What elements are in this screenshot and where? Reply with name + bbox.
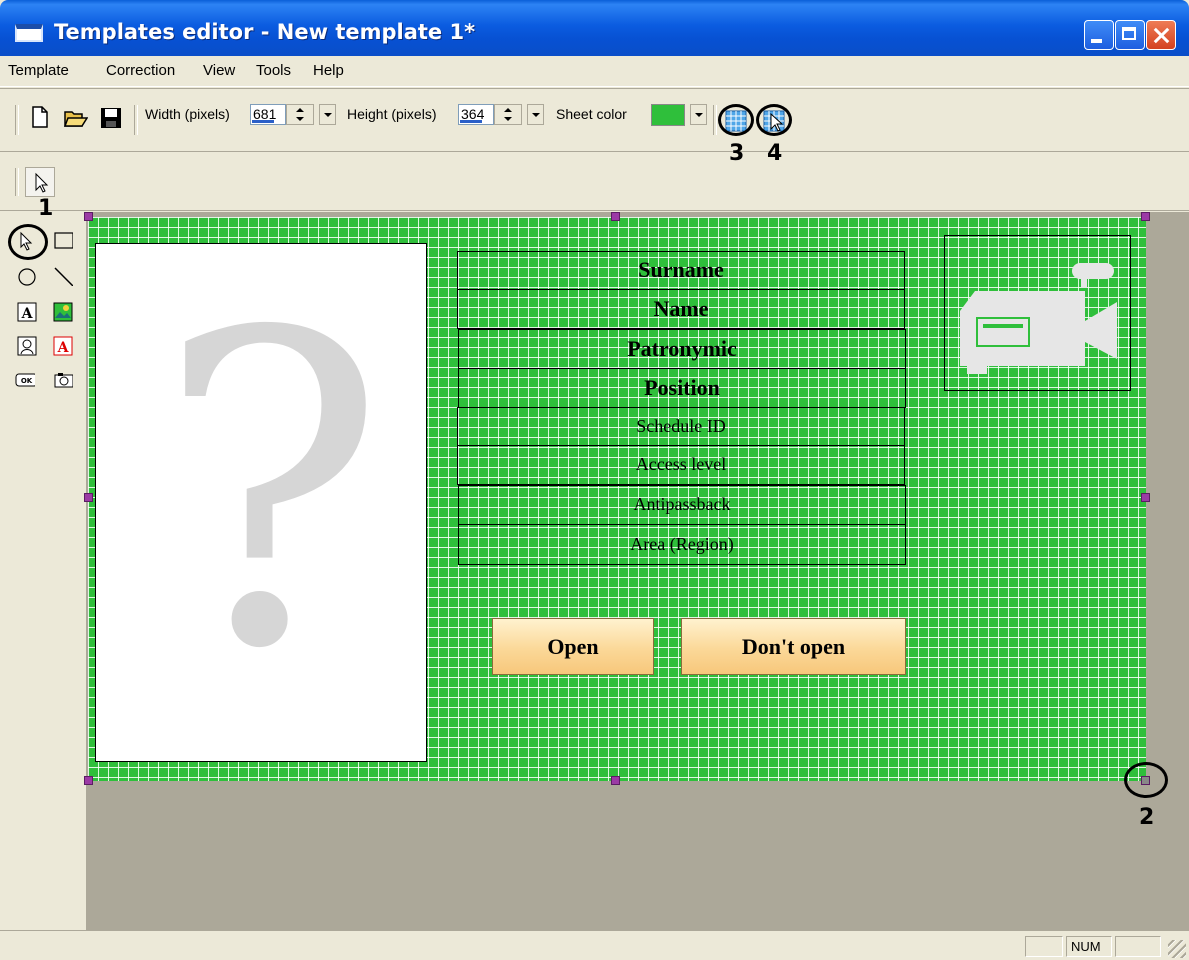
resize-handle-top[interactable]	[611, 212, 620, 221]
resize-handle-bottom[interactable]	[611, 776, 620, 785]
height-spinner[interactable]	[494, 104, 522, 125]
camera-frame[interactable]	[944, 235, 1131, 391]
open-button[interactable]: Open	[492, 618, 654, 675]
field-position[interactable]: Position	[458, 368, 906, 408]
status-num: NUM	[1066, 936, 1112, 957]
resize-handle-top-left[interactable]	[84, 212, 93, 221]
width-label: Width (pixels)	[145, 106, 230, 122]
line-tool-icon[interactable]	[53, 266, 73, 286]
callout-circle-4	[756, 104, 792, 136]
menu-tools[interactable]: Tools	[256, 62, 291, 79]
new-document-icon[interactable]	[30, 106, 50, 128]
templates-editor-window: Templates editor - New template 1* Templ…	[0, 0, 1189, 960]
pointer-arrow-icon[interactable]	[25, 167, 55, 197]
resize-handle-right[interactable]	[1141, 493, 1150, 502]
callout-circle-3	[718, 104, 754, 136]
ellipse-tool-icon[interactable]	[17, 266, 37, 286]
title-bar[interactable]: Templates editor - New template 1*	[0, 0, 1189, 56]
text-tool-icon[interactable]: A	[17, 302, 37, 322]
toolbar2-grip[interactable]	[15, 168, 19, 196]
callout-circle-1	[8, 224, 48, 260]
window-title: Templates editor - New template 1*	[54, 20, 476, 44]
field-schedule-id[interactable]: Schedule ID	[457, 407, 905, 446]
toolbar-separator	[134, 105, 138, 135]
status-panel-1	[1025, 936, 1063, 957]
height-dropdown[interactable]	[527, 104, 544, 125]
window-resize-grip[interactable]	[1168, 940, 1186, 958]
photo-field-tool-icon[interactable]	[17, 336, 37, 356]
callout-label-1: 1	[38, 196, 54, 221]
status-bar: NUM	[0, 930, 1189, 960]
video-camera-icon	[960, 263, 1117, 374]
width-spinner[interactable]	[286, 104, 314, 125]
button-tool-icon[interactable]: OK	[15, 371, 35, 391]
menu-bar: Template Correction View Tools Help	[0, 56, 1189, 87]
toolbar-grip[interactable]	[15, 105, 19, 135]
callout-circle-2	[1124, 762, 1168, 798]
open-folder-icon[interactable]	[64, 108, 88, 128]
width-input[interactable]: 681	[250, 104, 286, 125]
maximize-button[interactable]	[1115, 20, 1145, 50]
sheet-color-swatch[interactable]	[651, 104, 685, 126]
menu-correction[interactable]: Correction	[106, 62, 175, 79]
toolbar-separator-2	[713, 105, 717, 135]
resize-handle-top-right[interactable]	[1141, 212, 1150, 221]
svg-text:OK: OK	[21, 377, 33, 385]
callout-label-2: 2	[1139, 805, 1155, 830]
main-toolbar: Width (pixels) 681 Height (pixels) 364 S…	[0, 88, 1189, 152]
resize-handle-left[interactable]	[84, 493, 93, 502]
question-mark-glyph: ?	[156, 243, 387, 743]
image-tool-icon[interactable]	[53, 302, 73, 322]
height-label: Height (pixels)	[347, 106, 437, 122]
minimize-button[interactable]	[1084, 20, 1114, 50]
photo-placeholder[interactable]: ?	[95, 243, 427, 762]
rectangle-tool-icon[interactable]	[53, 231, 73, 251]
camera-tool-icon[interactable]	[53, 371, 73, 391]
field-name[interactable]: Name	[457, 289, 905, 329]
svg-text:A: A	[57, 340, 70, 356]
status-panel-3	[1115, 936, 1161, 957]
sheet-color-label: Sheet color	[556, 106, 627, 122]
field-patronymic[interactable]: Patronymic	[458, 329, 906, 369]
height-input[interactable]: 364	[458, 104, 494, 125]
field-surname[interactable]: Surname	[457, 251, 905, 290]
resize-handle-bottom-left[interactable]	[84, 776, 93, 785]
field-area-region[interactable]: Area (Region)	[458, 524, 906, 565]
menu-view[interactable]: View	[203, 62, 235, 79]
save-disk-icon[interactable]	[100, 107, 122, 129]
close-button[interactable]	[1146, 20, 1176, 50]
menu-template[interactable]: Template	[8, 62, 69, 79]
field-access-level[interactable]: Access level	[457, 445, 905, 485]
dont-open-button[interactable]: Don't open	[681, 618, 906, 675]
width-dropdown[interactable]	[319, 104, 336, 125]
sheet-color-dropdown[interactable]	[690, 104, 707, 125]
field-antipassback[interactable]: Antipassback	[458, 485, 906, 525]
secondary-toolbar	[0, 152, 1189, 211]
menu-help[interactable]: Help	[313, 62, 344, 79]
data-field-tool-icon[interactable]: A	[53, 336, 73, 356]
svg-text:A: A	[21, 306, 34, 322]
app-window-icon	[15, 24, 43, 42]
